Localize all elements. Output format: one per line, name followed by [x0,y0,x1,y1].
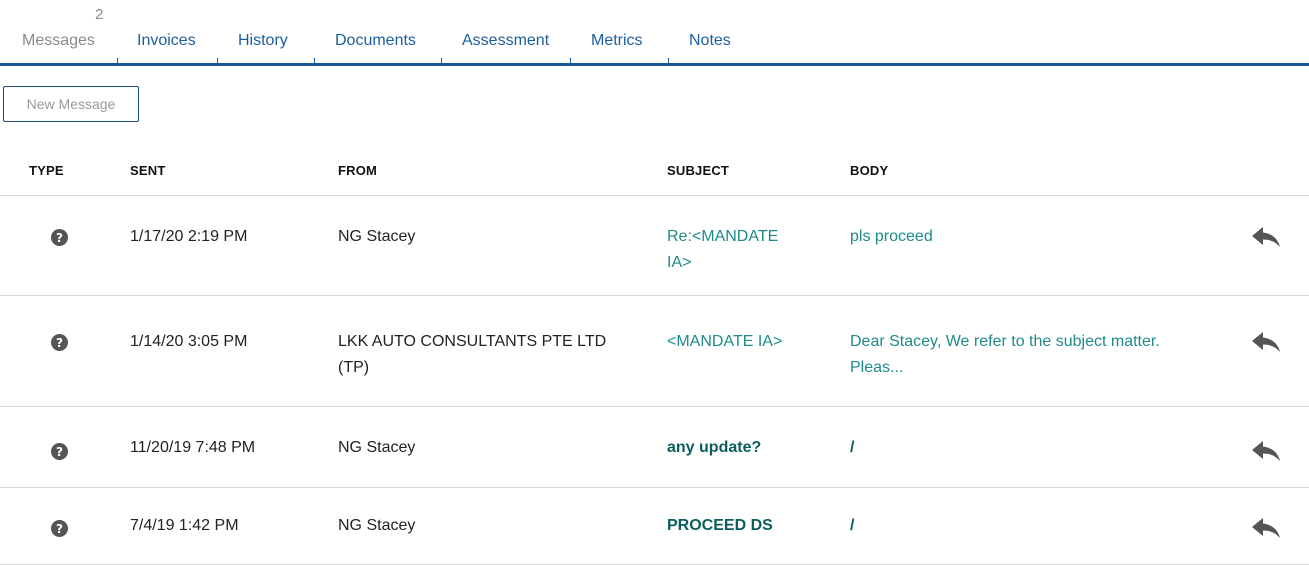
body-preview-link[interactable]: pls proceed [850,224,1210,250]
table-row[interactable]: ? 1/14/20 3:05 PM LKK AUTO CONSULTANTS P… [0,296,1309,406]
sender-name: LKK AUTO CONSULTANTS PTE LTD (TP) [338,333,607,376]
tab-history[interactable]: History [238,32,288,50]
sent-date: 1/14/20 3:05 PM [130,333,248,350]
messages-count-badge: 2 [95,6,104,23]
tab-documents[interactable]: Documents [335,32,416,50]
sent-date: 7/4/19 1:42 PM [130,517,239,534]
body-preview-link[interactable]: Dear Stacey, We refer to the subject mat… [850,329,1210,381]
tab-notes[interactable]: Notes [689,32,731,50]
question-circle-icon: ? [51,229,68,246]
tab-bar: 2 Messages Invoices History Documents As… [0,0,1309,66]
subject-link[interactable]: <MANDATE IA> [667,329,827,355]
question-circle-icon: ? [51,443,68,460]
tab-underline [0,63,1309,66]
tab-invoices[interactable]: Invoices [137,32,196,50]
sender-name: NG Stacey [338,517,416,534]
tab-assessment[interactable]: Assessment [462,32,549,50]
tab-metrics[interactable]: Metrics [591,32,643,50]
question-circle-icon: ? [51,334,68,351]
sent-date: 1/17/20 2:19 PM [130,228,248,245]
sender-name: NG Stacey [338,228,416,245]
column-header-from[interactable]: FROM [338,163,377,178]
body-preview-link[interactable]: / [850,435,1210,461]
body-preview-link[interactable]: / [850,513,1210,539]
table-row[interactable]: ? 7/4/19 1:42 PM NG Stacey PROCEED DS / [0,488,1309,564]
sender-name: NG Stacey [338,439,416,456]
reply-icon[interactable] [1251,517,1281,539]
reply-icon[interactable] [1251,226,1281,248]
table-row[interactable]: ? 11/20/19 7:48 PM NG Stacey any update?… [0,407,1309,487]
column-header-type[interactable]: TYPE [29,163,64,178]
column-header-sent[interactable]: SENT [130,163,165,178]
subject-link[interactable]: Re:<MANDATE IA> [667,224,787,276]
tab-messages[interactable]: Messages [22,32,95,50]
reply-icon[interactable] [1251,331,1281,353]
subject-link[interactable]: PROCEED DS [667,513,827,539]
column-header-body[interactable]: BODY [850,163,888,178]
column-header-subject[interactable]: SUBJECT [667,163,729,178]
table-row[interactable]: ? 1/17/20 2:19 PM NG Stacey Re:<MANDATE … [0,196,1309,295]
subject-link[interactable]: any update? [667,435,827,461]
sent-date: 11/20/19 7:48 PM [130,439,256,456]
new-message-button[interactable]: New Message [3,86,139,122]
question-circle-icon: ? [51,520,68,537]
reply-icon[interactable] [1251,440,1281,462]
